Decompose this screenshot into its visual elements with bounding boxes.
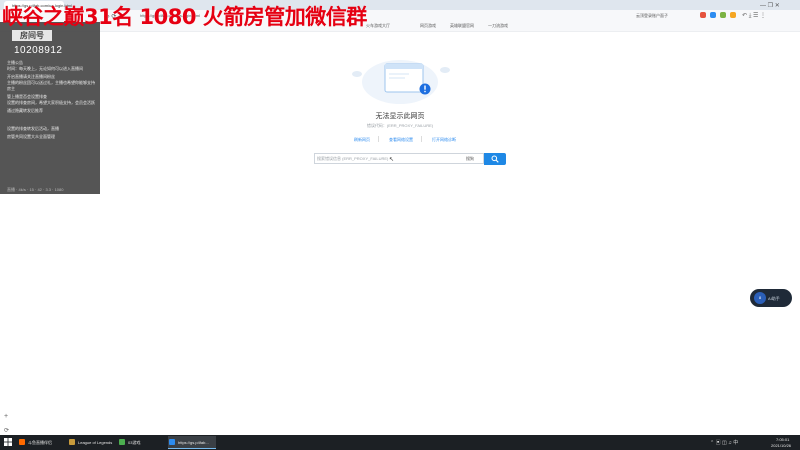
extension-icon[interactable] <box>700 12 706 18</box>
link-separator <box>421 136 422 142</box>
search-engine-label[interactable]: 搜狗 <box>466 156 474 162</box>
app-icon <box>119 439 125 445</box>
window-controls[interactable]: — ❐ ✕ <box>760 2 780 9</box>
clock-date[interactable]: 2021/10/26 <box>771 443 791 448</box>
bookmark-item[interactable]: 网页游戏 <box>420 23 436 29</box>
network-diagnose-link[interactable]: 打开网络诊断 <box>432 137 456 143</box>
taskbar-item-label: https://gs.p4fab... <box>178 440 209 445</box>
taskbar-item[interactable]: League of Legends <box>68 436 116 449</box>
panel-line: 设置的排查房间，希望大家积极支持，会员会活跃 <box>7 100 95 105</box>
search-icon <box>491 155 499 163</box>
search-placeholder: 搜索错误信息 (ERR_PROXY_FAILURE) <box>317 156 389 161</box>
refresh-icon[interactable]: ⟳ <box>4 427 9 434</box>
tray-icons[interactable]: ⌃ ▣ ◫ ♫ 中 <box>710 439 738 446</box>
stream-title: 峡谷之巅31名 1080 火箭房管加微信群 <box>2 5 367 29</box>
plus-icon[interactable]: + <box>4 413 8 420</box>
error-title: 无法显示此网页 <box>375 113 425 120</box>
bookmark-item[interactable]: 火车游戏大厅 <box>366 23 390 29</box>
taskbar-item-label: 斗鱼直播伴侣 <box>28 440 52 445</box>
bookmark-item[interactable]: 一刀流游戏 <box>488 23 508 29</box>
extension-icon[interactable] <box>730 12 736 18</box>
room-label: 房间号 <box>12 30 52 41</box>
app-icon <box>69 439 75 445</box>
windows-start-icon[interactable] <box>4 438 12 446</box>
widget-text: AI助手 <box>768 296 780 301</box>
taskbar-item[interactable]: 03游戏 <box>118 436 166 449</box>
widget-badge: 8 <box>754 292 766 304</box>
refresh-link[interactable]: 刷新网页 <box>354 137 370 143</box>
extension-icon[interactable] <box>720 12 726 18</box>
panel-line: 时间：每天晚上，无论如何可以进入直播间 <box>7 66 83 71</box>
room-number: 10208912 <box>14 45 63 56</box>
panel-line: 主播的粉丝团可以送过礼，主播也希望你能够支持 <box>7 80 95 85</box>
extension-icon[interactable] <box>710 12 716 18</box>
toolbar-menu-icon[interactable]: ↶ ⤓ ☰ ⋮ <box>742 12 766 20</box>
error-illustration <box>352 60 450 104</box>
panel-line: 设置的排查转发后活动，直播 <box>7 126 59 131</box>
panel-line: 房管共同设置大众全面管理 <box>7 134 55 139</box>
alert-icon <box>419 83 431 95</box>
network-settings-link[interactable]: 查看网络设置 <box>389 137 413 143</box>
mouse-cursor-icon: ↖ <box>389 157 395 163</box>
panel-line: 房主 <box>7 86 15 91</box>
app-icon <box>169 439 175 445</box>
link-separator <box>378 136 379 142</box>
panel-line: 通过隐藏转发后推荐 <box>7 108 43 113</box>
clock-time[interactable]: 7:05:01 <box>776 437 789 442</box>
toolbar-search[interactable]: 云顶登录账户面子 <box>636 13 668 19</box>
taskbar-item-label: League of Legends <box>78 440 113 445</box>
error-subtitle: 错误代码：(ERR_PROXY_FAILURE) <box>366 123 434 128</box>
app-icon <box>19 439 25 445</box>
panel-footer: 直播 · 4k/s · 15 · 42 · 3.3 · 1080 <box>7 187 64 192</box>
taskbar-item-label: 03游戏 <box>128 440 141 445</box>
taskbar-item[interactable]: 斗鱼直播伴侣 <box>18 436 66 449</box>
active-indicator <box>168 448 216 449</box>
taskbar-item-active[interactable]: https://gs.p4fab... <box>168 436 216 449</box>
bookmark-item[interactable]: 英雄联盟官网 <box>450 23 474 29</box>
